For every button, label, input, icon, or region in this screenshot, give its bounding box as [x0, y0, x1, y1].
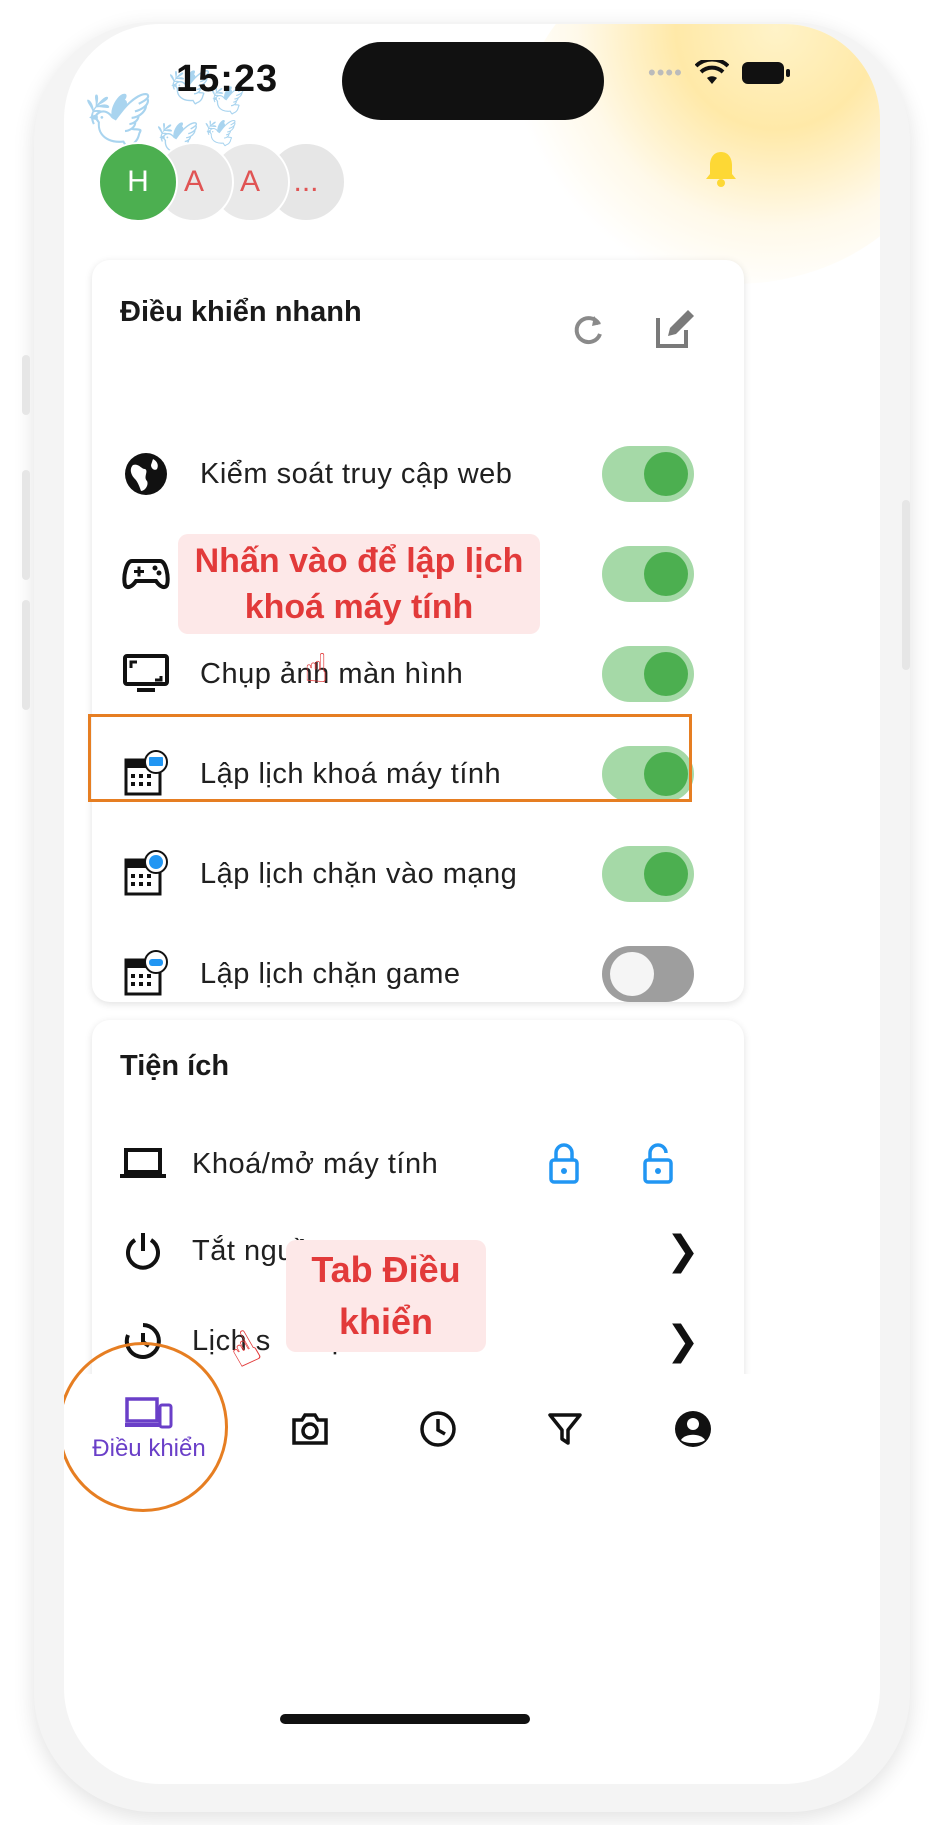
- toggle-screenshot[interactable]: [602, 646, 694, 702]
- lock-icon[interactable]: [548, 1142, 580, 1184]
- monitor-icon: [120, 648, 172, 700]
- quick-controls-title: Điều khiển nhanh: [120, 296, 362, 328]
- phone-side-button: [22, 355, 30, 415]
- annotation-schedule-hint: Nhấn vào để lập lịch khoá máy tính: [178, 534, 540, 634]
- family-avatars: H A A ...: [98, 142, 346, 222]
- phone-volume-down: [22, 600, 30, 710]
- control-label: Lập lịch chặn game: [200, 957, 461, 990]
- toggle-schedule-network[interactable]: [602, 846, 694, 902]
- toggle-schedule-game[interactable]: [602, 946, 694, 1002]
- globe-icon: [120, 448, 172, 500]
- account-icon: [675, 1411, 711, 1447]
- gamepad-icon: [120, 548, 172, 600]
- highlight-box: [88, 714, 692, 802]
- control-label: Lập lịch chặn vào mạng: [200, 857, 518, 890]
- battery-icon: [741, 62, 790, 84]
- control-row-schedule-network[interactable]: Lập lịch chặn vào mạng: [92, 824, 744, 924]
- toggle-web-access[interactable]: [602, 446, 694, 502]
- avatar[interactable]: H: [98, 142, 178, 222]
- annotation-tab-hint: Tab Điều khiển: [286, 1240, 486, 1352]
- signal-icon: ••••: [648, 60, 683, 85]
- phone-volume-up: [22, 470, 30, 580]
- tab-screenshot[interactable]: [245, 1374, 375, 1484]
- dynamic-island: [342, 42, 604, 120]
- utilities-title: Tiện ích: [120, 1050, 230, 1082]
- control-row-schedule-game[interactable]: Lập lịch chặn game: [92, 924, 744, 1024]
- tab-history[interactable]: [373, 1374, 503, 1484]
- phone-screen: 🕊 🕊 🕊 🕊 🕊 15:23 •••• H A A ... Điều khiể…: [64, 24, 880, 1784]
- bell-icon[interactable]: [704, 150, 738, 188]
- laptop-icon: [120, 1138, 166, 1190]
- control-label: Kiểm soát truy cập web: [200, 457, 513, 490]
- tab-filter[interactable]: [500, 1374, 630, 1484]
- status-icons: ••••: [648, 60, 791, 86]
- phone-power-button: [902, 500, 910, 670]
- highlight-circle: [64, 1342, 228, 1512]
- clock-icon: [420, 1411, 456, 1447]
- control-row-web[interactable]: Kiểm soát truy cập web: [92, 424, 744, 524]
- toggle-game-block[interactable]: [602, 546, 694, 602]
- home-indicator: [280, 1714, 530, 1724]
- camera-icon: [292, 1413, 328, 1445]
- tab-account[interactable]: [628, 1374, 758, 1484]
- power-icon: [120, 1225, 166, 1277]
- calendar-globe-icon: [120, 848, 172, 900]
- status-time: 15:23: [176, 58, 279, 100]
- control-row-screenshot[interactable]: Chụp ảnh màn hình: [92, 624, 744, 724]
- control-label: Chụp ảnh màn hình: [200, 657, 464, 690]
- chevron-right-icon[interactable]: ❯: [666, 1318, 700, 1364]
- unlock-icon[interactable]: [642, 1142, 674, 1184]
- utility-row-lock[interactable]: Khoá/mở máy tính: [92, 1116, 744, 1212]
- utility-label: Khoá/mở máy tính: [192, 1147, 439, 1180]
- edit-icon[interactable]: [654, 308, 696, 350]
- wifi-icon: [694, 60, 729, 84]
- filter-icon: [548, 1413, 582, 1445]
- chevron-right-icon[interactable]: ❯: [666, 1228, 700, 1274]
- refresh-icon[interactable]: [570, 312, 606, 348]
- calendar-game-icon: [120, 948, 172, 1000]
- pointing-hand-icon: ☝: [304, 647, 329, 691]
